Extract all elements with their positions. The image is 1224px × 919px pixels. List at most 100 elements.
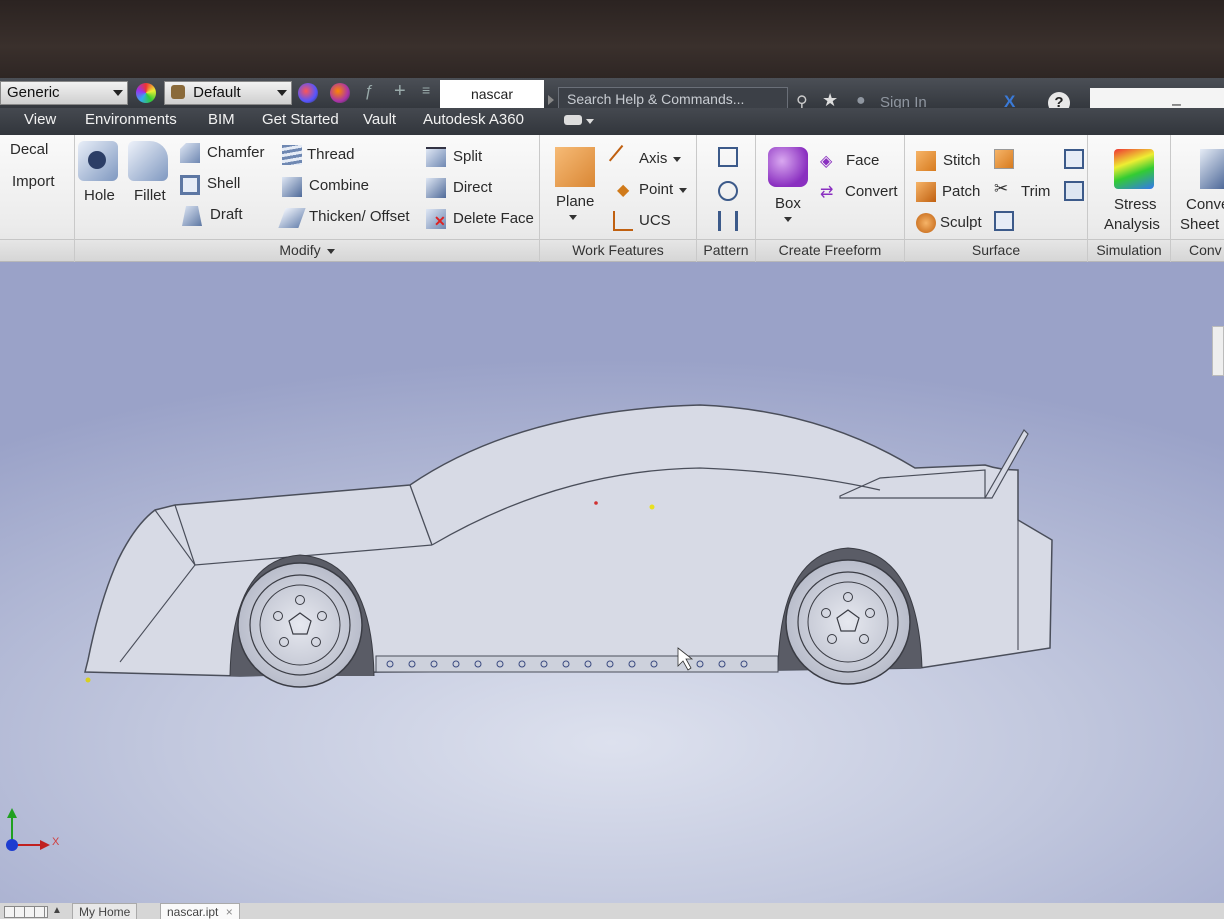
appearance-dropdown[interactable]: Generic: [0, 81, 128, 105]
convert-sheet-metal-label-2[interactable]: Sheet M: [1180, 216, 1224, 233]
graphics-viewport[interactable]: X: [0, 262, 1224, 903]
axis-x-label: X: [52, 836, 60, 848]
chevron-down-icon: [277, 90, 287, 96]
tab-autodesk-a360[interactable]: Autodesk A360: [423, 111, 524, 128]
split-button[interactable]: Split: [453, 148, 482, 165]
extend-surface-icon[interactable]: [994, 149, 1014, 169]
fillet-icon[interactable]: [128, 141, 168, 181]
front-wheel: [237, 562, 363, 688]
material-dropdown[interactable]: Default: [164, 81, 292, 105]
mirror-icon[interactable]: [718, 211, 738, 231]
thicken-offset-button[interactable]: Thicken/ Offset: [309, 208, 410, 225]
modify-label: Modify: [279, 242, 321, 258]
tab-nascar-ipt[interactable]: nascar.ipt ×: [160, 903, 240, 919]
convert-panel-label: Conv: [1171, 239, 1224, 261]
rear-wheel: [785, 559, 911, 685]
freeform-box-icon[interactable]: [768, 147, 808, 187]
convert-sheet-metal-label-1[interactable]: Conve: [1186, 196, 1224, 213]
analysis-label[interactable]: Analysis: [1104, 216, 1160, 233]
convert-button[interactable]: Convert: [845, 183, 898, 200]
car-model[interactable]: [0, 262, 1224, 903]
point-button[interactable]: Point: [639, 181, 688, 198]
fit-mesh-face-icon[interactable]: [1064, 181, 1084, 201]
modify-panel-label[interactable]: Modify: [75, 239, 539, 261]
plane-icon[interactable]: [555, 147, 595, 187]
face-button[interactable]: Face: [846, 152, 879, 169]
surface-panel-label: Surface: [905, 239, 1087, 261]
tab-vault[interactable]: Vault: [363, 111, 396, 128]
draft-button[interactable]: Draft: [210, 206, 243, 223]
color-wheel-icon[interactable]: [136, 83, 156, 103]
shell-button[interactable]: Shell: [207, 175, 240, 192]
axis-icon: [608, 144, 638, 174]
chevron-right-icon[interactable]: [548, 95, 554, 105]
pattern-panel-label: Pattern: [697, 239, 755, 261]
combine-button[interactable]: Combine: [309, 177, 369, 194]
chevron-up-icon[interactable]: ▲: [52, 905, 62, 916]
delete-face-button[interactable]: Delete Face: [453, 210, 534, 227]
repair-bodies-icon[interactable]: [1064, 149, 1084, 169]
axis-label: Axis: [639, 150, 668, 167]
tab-environments[interactable]: Environments: [85, 111, 177, 128]
patch-button[interactable]: Patch: [942, 183, 980, 200]
plus-icon[interactable]: +: [394, 80, 406, 103]
document-tab[interactable]: nascar: [440, 80, 544, 108]
box-button[interactable]: Box: [775, 195, 801, 212]
insert-panel-label: [0, 239, 74, 261]
direct-edit-icon: [426, 178, 446, 198]
tab-view[interactable]: View: [24, 111, 56, 128]
axis-button[interactable]: Axis: [639, 150, 682, 167]
ucs-button[interactable]: UCS: [639, 212, 671, 229]
sculpt-button[interactable]: Sculpt: [940, 214, 982, 231]
minimize-ribbon-icon[interactable]: [564, 115, 582, 125]
delete-face-icon: ✕: [426, 209, 446, 229]
stitch-button[interactable]: Stitch: [943, 152, 981, 169]
stress-analysis-icon[interactable]: [1114, 149, 1154, 189]
fillet-button[interactable]: Fillet: [134, 187, 166, 204]
material-swatch-icon: [171, 85, 185, 99]
hole-button[interactable]: Hole: [84, 187, 115, 204]
hole-icon[interactable]: [78, 141, 118, 181]
material-value: Default: [193, 84, 241, 101]
import-label: Import: [12, 173, 55, 190]
face-icon: ◈: [820, 153, 833, 170]
sculpt-icon: [916, 213, 936, 233]
chevron-down-icon[interactable]: [784, 217, 792, 222]
convert-sheet-metal-icon[interactable]: [1200, 149, 1224, 189]
replace-face-icon[interactable]: [994, 211, 1014, 231]
tab-my-home[interactable]: My Home: [72, 903, 138, 919]
tile-windows-icon[interactable]: [4, 906, 48, 918]
patch-icon: [916, 182, 936, 202]
close-icon[interactable]: ×: [226, 905, 233, 919]
stress-label[interactable]: Stress: [1114, 196, 1157, 213]
point-icon: ◆: [617, 182, 630, 199]
customize-icon[interactable]: ≡: [422, 82, 430, 98]
viewcube-side-tab[interactable]: [1212, 326, 1224, 376]
tab-get-started[interactable]: Get Started: [262, 111, 339, 128]
ribbon: Decal Import Hole Fillet Chamfer Shell D…: [0, 135, 1224, 262]
ucs-icon: [613, 211, 633, 231]
rectangular-pattern-icon[interactable]: [718, 147, 738, 167]
rocker-panel: [375, 655, 779, 673]
chevron-down-icon[interactable]: [586, 119, 594, 124]
tab-bim[interactable]: BIM: [208, 111, 235, 128]
appearance-value: Generic: [7, 84, 60, 101]
origin-marker: [85, 677, 91, 683]
function-icon[interactable]: ƒ: [364, 83, 373, 101]
chamfer-button[interactable]: Chamfer: [207, 144, 265, 161]
thread-button[interactable]: Thread: [307, 146, 355, 163]
clear-appearance-icon[interactable]: [330, 83, 350, 103]
decal-button[interactable]: Decal: [10, 141, 48, 158]
adjust-appearance-icon[interactable]: [298, 83, 318, 103]
trim-button[interactable]: Trim: [1021, 183, 1050, 200]
create-freeform-panel-label: Create Freeform: [756, 239, 904, 261]
import-button[interactable]: Import: [12, 173, 55, 190]
plane-button[interactable]: Plane: [556, 193, 594, 210]
point-label: Point: [639, 181, 674, 198]
circular-pattern-icon[interactable]: [718, 181, 738, 201]
chevron-down-icon[interactable]: [569, 215, 577, 220]
monitor-bezel: [0, 0, 1224, 78]
work-point-marker: [649, 504, 655, 510]
direct-button[interactable]: Direct: [453, 179, 492, 196]
decal-label: Decal: [10, 141, 49, 158]
